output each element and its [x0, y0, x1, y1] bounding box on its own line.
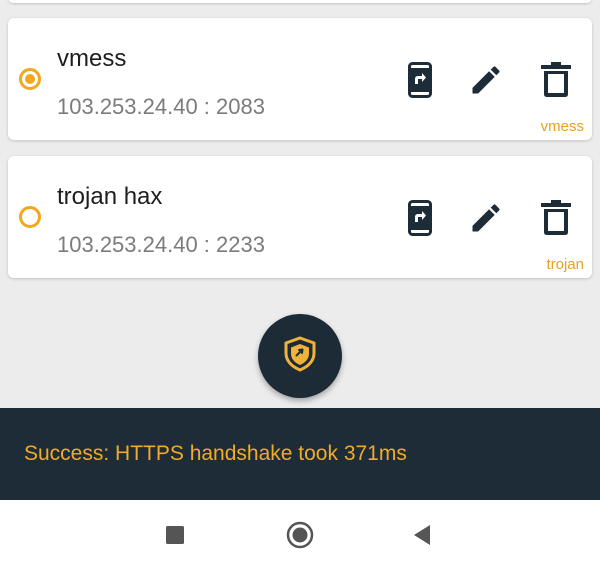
- pencil-icon: [468, 62, 504, 98]
- server-card-trojan[interactable]: trojan hax 103.253.24.40 : 2233 trojan: [8, 156, 592, 278]
- trash-icon: [541, 62, 571, 98]
- server-card-vmess[interactable]: vmess 103.253.24.40 : 2083 vmess: [8, 18, 592, 140]
- server-name: trojan hax: [57, 183, 163, 210]
- server-address: 103.253.24.40 : 2083: [57, 94, 265, 119]
- shield-icon: [283, 335, 317, 377]
- connect-fab-button[interactable]: [258, 314, 342, 398]
- share-to-phone-icon: [408, 200, 432, 236]
- back-button[interactable]: [405, 520, 439, 554]
- previous-server-card-edge: [8, 0, 592, 3]
- server-address: 103.253.24.40 : 2233: [57, 232, 265, 257]
- server-name: vmess: [57, 45, 127, 72]
- system-navigation-bar: [0, 500, 600, 572]
- radio-selected-dot: [25, 74, 35, 84]
- edit-button[interactable]: [466, 60, 506, 100]
- server-select-radio[interactable]: [19, 206, 41, 228]
- server-type-label: vmess: [540, 118, 584, 135]
- status-snackbar: Success: HTTPS handshake took 371ms: [0, 408, 600, 500]
- pencil-icon: [468, 200, 504, 236]
- delete-button[interactable]: [536, 198, 576, 238]
- trash-icon: [541, 200, 571, 236]
- server-type-label: trojan: [546, 256, 584, 273]
- square-icon: [166, 525, 184, 549]
- triangle-back-icon: [412, 524, 432, 551]
- share-button[interactable]: [400, 198, 440, 238]
- recents-button[interactable]: [158, 520, 192, 554]
- share-to-phone-icon: [408, 62, 432, 98]
- snackbar-message: Success: HTTPS handshake took 371ms: [24, 442, 407, 465]
- home-button[interactable]: [283, 520, 317, 554]
- delete-button[interactable]: [536, 60, 576, 100]
- circle-icon: [286, 521, 314, 554]
- share-button[interactable]: [400, 60, 440, 100]
- edit-button[interactable]: [466, 198, 506, 238]
- server-select-radio[interactable]: [19, 68, 41, 90]
